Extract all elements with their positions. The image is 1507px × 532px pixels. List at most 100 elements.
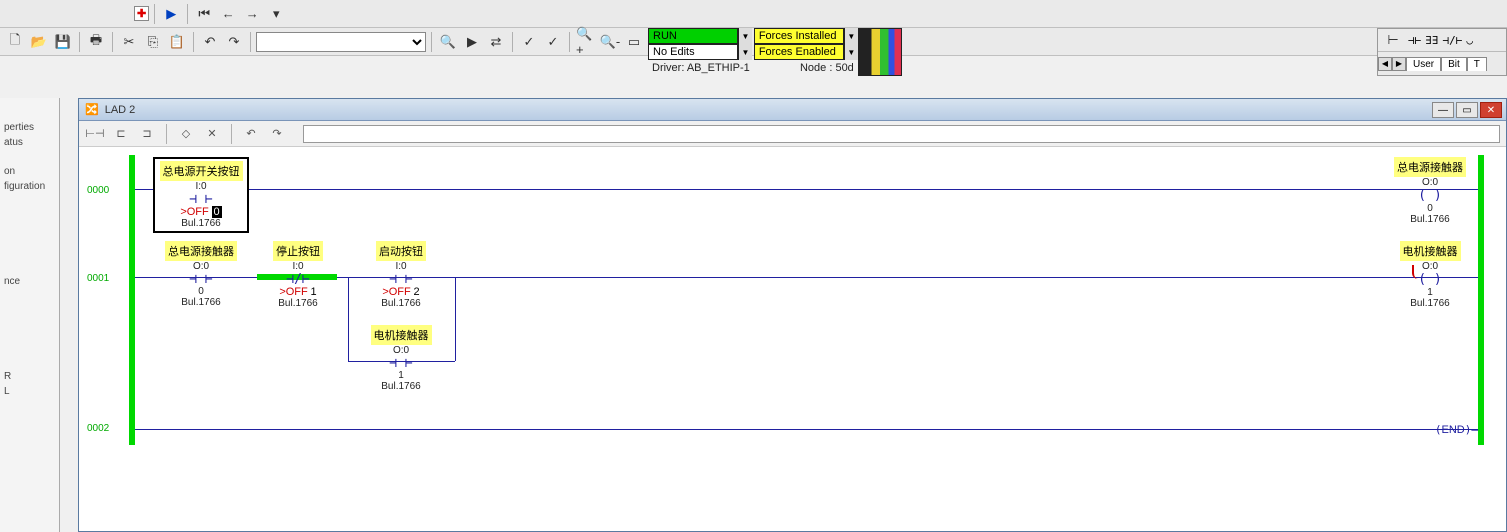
find-icon[interactable]: 🔍 bbox=[437, 31, 459, 53]
tree-item[interactable]: nce bbox=[4, 274, 55, 289]
zoom-in-icon[interactable]: 🔍+ bbox=[575, 31, 597, 53]
elem-status: >OFF 2 bbox=[353, 286, 449, 298]
cut-icon[interactable]: ✂ bbox=[118, 31, 140, 53]
find-next-icon[interactable]: ▶ bbox=[461, 31, 483, 53]
tab-scroll-right[interactable]: ▶ bbox=[1392, 57, 1406, 71]
forces2-dropdown[interactable]: ▼ bbox=[844, 44, 858, 60]
zoom-out-icon[interactable]: 🔍- bbox=[599, 31, 621, 53]
edits-status: No Edits bbox=[648, 44, 738, 60]
elem-label: 总电源开关按钮 bbox=[160, 161, 243, 181]
rung-number: 0001 bbox=[87, 273, 109, 284]
xic-icon: ⊣ ⊢ bbox=[353, 356, 449, 370]
next-icon[interactable]: ↷ bbox=[267, 124, 287, 144]
ladder-toolbar: ⊢⊣ ⊏ ⊐ ◇ ✕ ↶ ↷ bbox=[79, 121, 1506, 147]
ladder-icon: 🔀 bbox=[85, 103, 99, 116]
fit-icon[interactable]: ▭ bbox=[623, 31, 645, 53]
tab-scroll-left[interactable]: ◀ bbox=[1378, 57, 1392, 71]
verify2-icon[interactable]: ✓ bbox=[542, 31, 564, 53]
elem-addr: O:0 bbox=[1382, 177, 1478, 188]
accept-icon[interactable]: ◇ bbox=[176, 124, 196, 144]
rung-0002[interactable]: (END)— bbox=[135, 423, 1478, 443]
tree-item[interactable]: figuration bbox=[4, 179, 55, 194]
verify-icon[interactable]: ✓ bbox=[518, 31, 540, 53]
tab-t[interactable]: T bbox=[1467, 57, 1487, 71]
edits-dropdown[interactable]: ▼ bbox=[738, 44, 752, 60]
xic-motor-contactor-seal[interactable]: 电机接触器 O:0 ⊣ ⊢ 1 Bul.1766 bbox=[353, 325, 449, 392]
elem-module: Bul.1766 bbox=[157, 218, 245, 229]
rung-0001[interactable]: 总电源接触器 O:0 ⊣ ⊢ 0 Bul.1766 停止按钮 I:0 ⊣/⊢ >… bbox=[135, 241, 1478, 391]
rung-icon[interactable]: ⊢ bbox=[1382, 29, 1404, 51]
window-titlebar[interactable]: 🔀 LAD 2 — ▭ ✕ bbox=[79, 99, 1506, 121]
add-icon[interactable]: ✚ bbox=[134, 6, 149, 21]
run-status: RUN bbox=[648, 28, 738, 44]
xic-main-power-contactor[interactable]: 总电源接触器 O:0 ⊣ ⊢ 0 Bul.1766 bbox=[153, 241, 249, 308]
instruction-address-input[interactable] bbox=[303, 125, 1500, 143]
edit-marker-icon bbox=[1412, 265, 1422, 279]
dropdown-icon[interactable]: ▾ bbox=[265, 3, 287, 25]
xio-stop-button[interactable]: 停止按钮 I:0 ⊣/⊢ >OFF 1 Bul.1766 bbox=[250, 241, 346, 309]
minimize-button[interactable]: — bbox=[1432, 102, 1454, 118]
run-dropdown[interactable]: ▼ bbox=[738, 28, 752, 44]
end-instruction: (END)— bbox=[1435, 423, 1478, 436]
forces-dropdown[interactable]: ▼ bbox=[844, 28, 858, 44]
elem-label: 电机接触器 bbox=[371, 325, 432, 345]
copy-icon[interactable]: ⎘ bbox=[142, 31, 164, 53]
rewind-icon[interactable]: ⏮ bbox=[193, 3, 215, 25]
elem-bit: 1 bbox=[1382, 287, 1478, 298]
print-icon[interactable]: 🖶 bbox=[85, 31, 107, 53]
elem-bit: 0 bbox=[1382, 203, 1478, 214]
new-icon[interactable]: 🗋 bbox=[4, 31, 26, 53]
branch-icon[interactable]: ∃∃ bbox=[1425, 34, 1438, 47]
close-button[interactable]: ✕ bbox=[1480, 102, 1502, 118]
address-combo[interactable] bbox=[256, 32, 426, 52]
xic-icon: ⊣ ⊢ bbox=[153, 272, 249, 286]
elem-addr: O:0 bbox=[153, 261, 249, 272]
tab-user[interactable]: User bbox=[1406, 57, 1441, 71]
tree-item[interactable]: atus bbox=[4, 135, 55, 150]
paste-icon[interactable]: 📋 bbox=[166, 31, 188, 53]
ote-icon[interactable]: ◡ bbox=[1466, 34, 1473, 47]
xic-icon: ⊣ ⊢ bbox=[157, 192, 245, 206]
redo-icon[interactable]: ↷ bbox=[223, 31, 245, 53]
rung-insert-icon[interactable]: ⊢⊣ bbox=[85, 124, 105, 144]
tree-item[interactable]: perties bbox=[4, 120, 55, 135]
rung-0000[interactable]: 总电源开关按钮 I:0 ⊣ ⊢ >OFF 0 Bul.1766 总电源接触器 O… bbox=[135, 157, 1478, 227]
save-icon[interactable]: 💾 bbox=[52, 31, 74, 53]
ote-motor-contactor[interactable]: 电机接触器 O:0 ( ) 1 Bul.1766 bbox=[1382, 241, 1478, 309]
elem-bit: 0 bbox=[153, 286, 249, 297]
prev-icon[interactable]: ↶ bbox=[241, 124, 261, 144]
maximize-button[interactable]: ▭ bbox=[1456, 102, 1478, 118]
replace-icon[interactable]: ⇄ bbox=[485, 31, 507, 53]
tree-item[interactable]: R bbox=[4, 369, 55, 384]
extend-icon[interactable]: ⊐ bbox=[137, 124, 157, 144]
forward-icon[interactable]: → bbox=[241, 3, 263, 25]
forces-installed: Forces Installed bbox=[754, 28, 844, 44]
back-icon[interactable]: ← bbox=[217, 3, 239, 25]
tree-item[interactable]: on bbox=[4, 164, 55, 179]
elem-module: Bul.1766 bbox=[353, 298, 449, 309]
elem-addr: O:0 bbox=[353, 345, 449, 356]
tab-bit[interactable]: Bit bbox=[1441, 57, 1467, 71]
xio-icon[interactable]: ⊣/⊢ bbox=[1443, 34, 1463, 47]
xio-icon: ⊣/⊢ bbox=[250, 272, 346, 286]
elem-label: 电机接触器 bbox=[1400, 241, 1461, 261]
xic-icon[interactable]: ⊣⊢ bbox=[1408, 34, 1421, 47]
elem-label: 总电源接触器 bbox=[1394, 157, 1466, 177]
xic-icon: ⊣ ⊢ bbox=[353, 272, 449, 286]
branch-icon[interactable]: ⊏ bbox=[111, 124, 131, 144]
ladder-window: 🔀 LAD 2 — ▭ ✕ ⊢⊣ ⊏ ⊐ ◇ ✕ ↶ ↷ 0000 总电源开关按… bbox=[78, 98, 1507, 532]
undo-icon[interactable]: ↶ bbox=[199, 31, 221, 53]
ote-main-power-contactor[interactable]: 总电源接触器 O:0 ( ) 0 Bul.1766 bbox=[1382, 157, 1478, 225]
branch-wire bbox=[348, 277, 349, 361]
elem-module: Bul.1766 bbox=[1382, 298, 1478, 309]
play-icon[interactable]: ▶ bbox=[160, 3, 182, 25]
ote-icon: ( ) bbox=[1382, 272, 1478, 287]
tree-item[interactable]: L bbox=[4, 384, 55, 399]
right-instruction-toolbar: ⊢ ⊣⊢ ∃∃ ⊣/⊢ ◡ ◀ ▶ User Bit T bbox=[1377, 28, 1507, 76]
cancel-icon[interactable]: ✕ bbox=[202, 124, 222, 144]
xic-main-power-button[interactable]: 总电源开关按钮 I:0 ⊣ ⊢ >OFF 0 Bul.1766 bbox=[153, 157, 249, 233]
elem-module: Bul.1766 bbox=[1382, 214, 1478, 225]
open-icon[interactable]: 📂 bbox=[28, 31, 50, 53]
ladder-diagram[interactable]: 0000 总电源开关按钮 I:0 ⊣ ⊢ >OFF 0 Bul.1766 总电源… bbox=[79, 147, 1506, 531]
xic-start-button[interactable]: 启动按钮 I:0 ⊣ ⊢ >OFF 2 Bul.1766 bbox=[353, 241, 449, 309]
